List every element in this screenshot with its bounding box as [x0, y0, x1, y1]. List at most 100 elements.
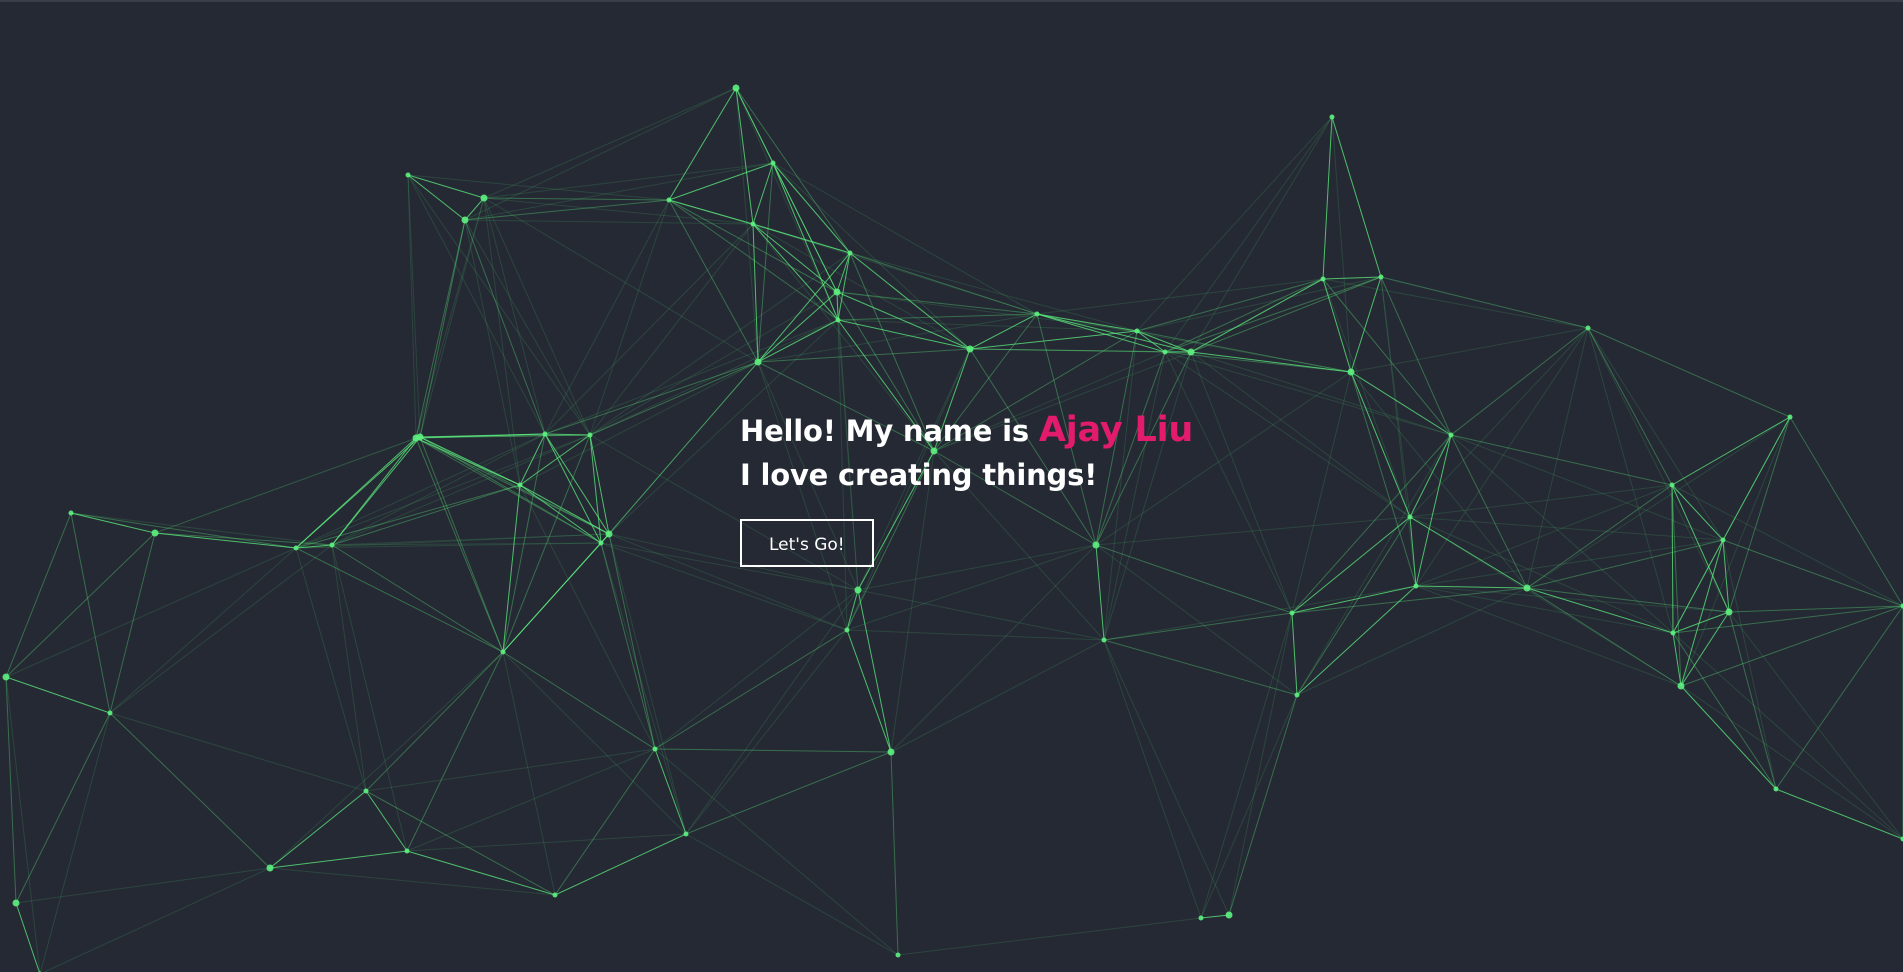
- network-link: [1450, 327, 1589, 436]
- network-node: [1320, 276, 1326, 282]
- network-link: [654, 629, 848, 750]
- hero-section: Hello! My name is Ajay Liu I love creati…: [740, 408, 1380, 567]
- network-node: [587, 432, 593, 438]
- network-node: [1523, 584, 1531, 592]
- network-link: [407, 174, 466, 221]
- network-node: [480, 194, 488, 202]
- network-link: [419, 219, 466, 438]
- network-node: [1294, 692, 1300, 698]
- hero-heading: Hello! My name is Ajay Liu: [740, 408, 1380, 453]
- network-link: [589, 223, 754, 436]
- network-link: [1331, 116, 1352, 373]
- network-link: [502, 651, 656, 750]
- network-link: [1103, 639, 1230, 916]
- network-node: [847, 250, 853, 256]
- network-link: [849, 252, 1138, 332]
- network-link: [1228, 694, 1298, 916]
- network-node: [1134, 328, 1140, 334]
- network-node: [107, 710, 113, 716]
- network-node: [329, 542, 335, 548]
- network-link: [654, 748, 892, 753]
- network-link: [600, 361, 759, 544]
- network-link: [608, 533, 687, 835]
- network-link: [1380, 276, 1417, 587]
- network-link: [1728, 416, 1791, 613]
- network-node: [1725, 608, 1733, 616]
- network-link: [502, 484, 521, 653]
- network-link: [1200, 914, 1230, 919]
- network-node: [1162, 349, 1168, 355]
- network-link: [1587, 327, 1674, 634]
- network-link: [1136, 330, 1192, 353]
- network-link: [685, 629, 848, 835]
- network-link: [519, 484, 656, 750]
- network-link: [554, 748, 656, 896]
- network-link: [70, 512, 156, 534]
- network-link: [544, 223, 754, 435]
- network-node: [1585, 325, 1591, 331]
- network-node: [1034, 311, 1040, 317]
- network-link: [772, 162, 838, 293]
- lets-go-button[interactable]: Let's Go!: [740, 519, 874, 567]
- network-link: [1415, 585, 1682, 687]
- network-node: [151, 529, 159, 537]
- network-link: [5, 676, 17, 904]
- network-link: [1672, 539, 1724, 634]
- network-node: [1773, 786, 1779, 792]
- network-link: [1415, 327, 1589, 587]
- network-node: [844, 627, 850, 633]
- network-link: [464, 219, 591, 436]
- network-node: [2, 673, 10, 681]
- network-link: [502, 651, 556, 896]
- network-link: [1331, 116, 1382, 278]
- network-link: [1680, 539, 1724, 687]
- network-link: [752, 223, 839, 321]
- hero-tagline: I love creating things!: [740, 458, 1098, 492]
- network-node: [405, 172, 411, 178]
- network-link: [1722, 539, 1777, 790]
- network-link: [1409, 516, 1674, 634]
- network-link: [1415, 539, 1724, 587]
- network-link: [70, 512, 333, 546]
- network-link: [1103, 612, 1293, 641]
- network-link: [752, 223, 971, 350]
- network-link: [419, 197, 485, 438]
- network-link: [1728, 611, 1777, 790]
- network-link: [1200, 694, 1298, 919]
- network-link: [1136, 116, 1333, 332]
- network-node: [461, 216, 469, 224]
- hero-name: Ajay Liu: [1038, 410, 1194, 450]
- network-link: [483, 87, 737, 199]
- network-node: [1289, 610, 1295, 616]
- network-link: [1164, 278, 1324, 353]
- network-link: [752, 223, 759, 363]
- network-link: [1095, 544, 1298, 696]
- network-link: [1680, 611, 1730, 687]
- network-link: [331, 484, 521, 546]
- network-node: [542, 431, 548, 437]
- network-link: [406, 748, 656, 852]
- network-link: [15, 902, 40, 972]
- network-link: [154, 532, 297, 549]
- network-node: [68, 510, 74, 516]
- network-link: [1671, 484, 1903, 607]
- network-link: [1526, 416, 1791, 589]
- network-link: [5, 676, 111, 714]
- network-link: [1322, 116, 1333, 280]
- network-node: [1225, 911, 1233, 919]
- network-node: [1378, 274, 1384, 280]
- network-node: [293, 545, 299, 551]
- network-link: [857, 589, 1105, 641]
- network-link: [483, 197, 546, 435]
- network-link: [365, 790, 408, 852]
- network-link: [654, 589, 859, 750]
- network-node: [652, 746, 658, 752]
- network-link: [1190, 278, 1324, 353]
- network-link: [654, 748, 899, 956]
- network-link: [407, 174, 421, 438]
- network-link: [109, 544, 333, 714]
- network-node: [732, 84, 740, 92]
- network-node: [895, 952, 901, 958]
- network-link: [1103, 639, 1298, 696]
- network-link: [1136, 276, 1382, 332]
